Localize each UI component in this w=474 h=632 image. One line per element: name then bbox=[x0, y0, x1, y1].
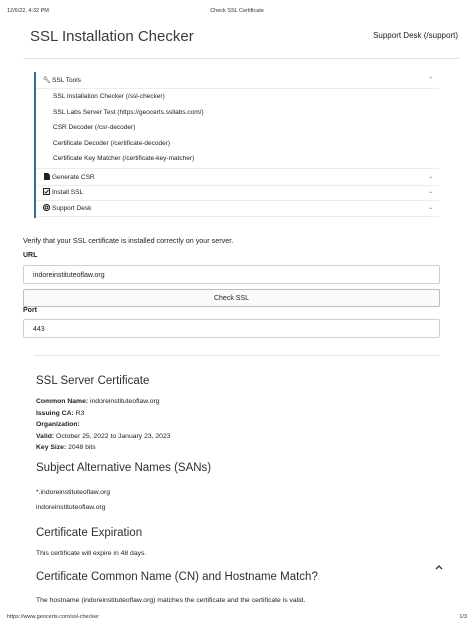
menu-item-label: Install SSL bbox=[52, 188, 84, 196]
print-title: Check SSL Certificate bbox=[210, 8, 264, 14]
menu-item-support-desk[interactable]: Support Desk ⌄ bbox=[36, 200, 439, 217]
file-icon bbox=[42, 172, 51, 182]
san-item: indoreinstituteoflaw.org bbox=[36, 504, 106, 511]
tools-menu: 🔧︎ SSL Tools ⌃ SSL Installation Checker … bbox=[34, 72, 439, 218]
print-url: https://www.geocerts.com/ssl-checker bbox=[7, 614, 100, 620]
print-header: 12/6/22, 4:32 PM Check SSL Certificate bbox=[7, 8, 467, 18]
submenu-item-ssl-labs[interactable]: SSL Labs Server Test (https://geocerts.s… bbox=[36, 105, 439, 121]
chevron-up-icon: ⌃ bbox=[428, 77, 433, 83]
url-label: URL bbox=[23, 252, 38, 259]
expiration-text: This certificate will expire in 48 days. bbox=[36, 550, 147, 557]
site-brand[interactable]: SSL Installation Checker bbox=[30, 28, 194, 45]
check-ssl-button[interactable]: Check SSL bbox=[23, 289, 440, 307]
check-square-icon bbox=[42, 187, 51, 197]
intro-text: Verify that your SSL certificate is inst… bbox=[23, 236, 234, 245]
menu-item-ssl-tools[interactable]: 🔧︎ SSL Tools ⌃ bbox=[36, 72, 439, 89]
issuing-ca-value: R3 bbox=[75, 410, 85, 417]
san-title: Subject Alternative Names (SANs) bbox=[36, 462, 212, 474]
submenu-item-label: SSL Installation Checker (/ssl-checker) bbox=[53, 93, 165, 101]
chevron-down-icon: ⌄ bbox=[428, 189, 433, 195]
menu-item-install-ssl[interactable]: Install SSL ⌄ bbox=[36, 184, 439, 201]
common-name-label: Common Name: bbox=[36, 398, 89, 405]
port-label: Port bbox=[23, 307, 37, 314]
key-size-value: 2048 bits bbox=[68, 444, 96, 451]
chevron-down-icon: ⌄ bbox=[428, 205, 433, 211]
submenu-item-label: CSR Decoder (/csr-decoder) bbox=[53, 124, 136, 132]
life-ring-icon bbox=[42, 203, 51, 213]
server-certificate-title: SSL Server Certificate bbox=[36, 375, 150, 387]
wrench-icon: 🔧︎ bbox=[42, 77, 51, 84]
organization-row: Organization: bbox=[36, 421, 80, 428]
page: 12/6/22, 4:32 PM Check SSL Certificate S… bbox=[0, 0, 474, 632]
submenu-item-label: Certificate Decoder (/certificate-decode… bbox=[53, 139, 171, 147]
port-input[interactable]: 443 bbox=[23, 319, 440, 338]
key-size-row: Key Size: 2048 bits bbox=[36, 444, 96, 451]
valid-label: Valid: bbox=[36, 433, 55, 440]
issuing-ca-label: Issuing CA: bbox=[36, 410, 74, 417]
site-header: SSL Installation Checker Support Desk (/… bbox=[23, 24, 460, 59]
results-divider bbox=[34, 355, 439, 356]
cn-match-title: Certificate Common Name (CN) and Hostnam… bbox=[36, 571, 318, 583]
chevron-up-icon[interactable] bbox=[435, 563, 443, 572]
menu-item-label: SSL Tools bbox=[52, 76, 81, 84]
print-page-number: 1/3 bbox=[459, 614, 467, 620]
support-desk-link[interactable]: Support Desk (/support) bbox=[373, 31, 458, 40]
submenu-item-certificate-decoder[interactable]: Certificate Decoder (/certificate-decode… bbox=[36, 136, 439, 152]
key-size-label: Key Size: bbox=[36, 444, 67, 451]
menu-item-label: Support Desk bbox=[52, 204, 92, 212]
url-input[interactable]: indoreinstituteoflaw.org bbox=[23, 265, 440, 284]
submenu-item-ssl-checker[interactable]: SSL Installation Checker (/ssl-checker) bbox=[36, 89, 439, 105]
submenu-item-label: SSL Labs Server Test (https://geocerts.s… bbox=[53, 108, 204, 116]
menu-item-label: Generate CSR bbox=[52, 173, 95, 181]
organization-label: Organization: bbox=[36, 421, 80, 428]
common-name-value: indoreinstituteoflaw.org bbox=[90, 398, 160, 405]
chevron-down-icon: ⌄ bbox=[428, 174, 433, 180]
expiration-title: Certificate Expiration bbox=[36, 527, 143, 539]
issuing-ca-row: Issuing CA: R3 bbox=[36, 410, 84, 417]
valid-row: Valid: October 25, 2022 to January 23, 2… bbox=[36, 433, 171, 440]
common-name-row: Common Name: indoreinstituteoflaw.org bbox=[36, 398, 160, 405]
submenu-item-csr-decoder[interactable]: CSR Decoder (/csr-decoder) bbox=[36, 120, 439, 136]
print-footer: https://www.geocerts.com/ssl-checker 1/3 bbox=[7, 614, 467, 624]
cn-match-text: The hostname (indoreinstituteoflaw.org) … bbox=[36, 597, 306, 604]
submenu-item-key-matcher[interactable]: Certificate Key Matcher (/certificate-ke… bbox=[36, 151, 439, 167]
san-item: *.indoreinstituteoflaw.org bbox=[36, 489, 111, 496]
valid-value: October 25, 2022 to January 23, 2023 bbox=[56, 433, 171, 440]
submenu-item-label: Certificate Key Matcher (/certificate-ke… bbox=[53, 155, 195, 163]
